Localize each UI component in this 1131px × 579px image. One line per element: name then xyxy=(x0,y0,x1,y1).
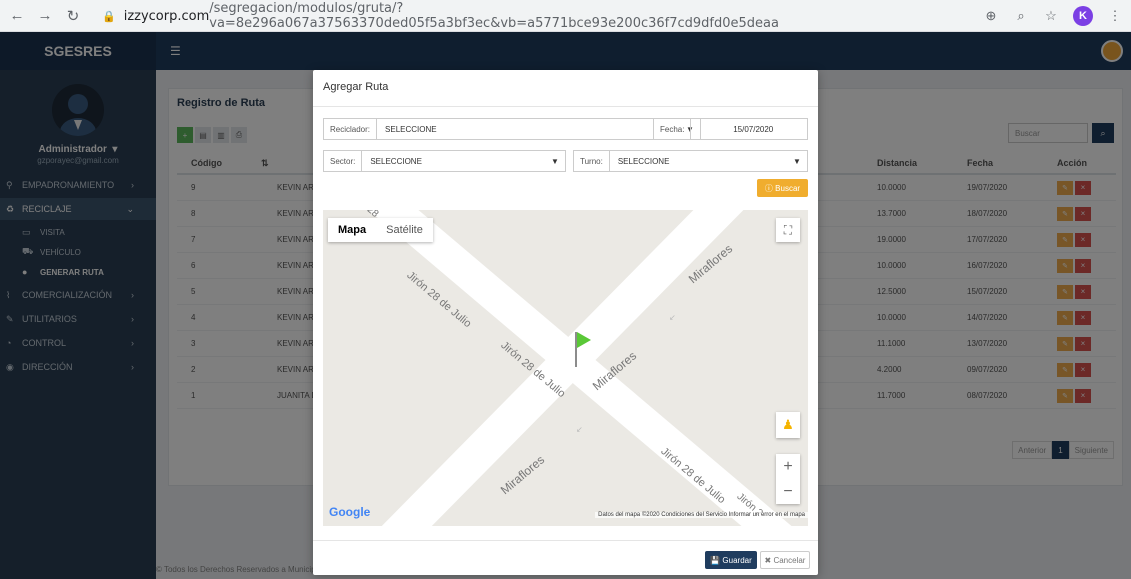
back-icon[interactable]: ← xyxy=(6,5,28,27)
modal-title: Agregar Ruta xyxy=(323,81,389,93)
buscar-button[interactable]: ⓘ Buscar xyxy=(757,179,808,197)
map-canvas: Jirón 28 de Julio Jirón 28 de Julio Jiró… xyxy=(365,210,792,526)
map-type-tabs: Mapa Satélite xyxy=(328,218,433,242)
buscar-label: Buscar xyxy=(775,183,801,193)
google-logo: Google xyxy=(329,505,371,519)
pegman-icon[interactable]: ♟ xyxy=(776,412,800,438)
url-path: /segregacion/modulos/gruta/?va=8e296a067… xyxy=(209,1,779,31)
chevron-down-icon: ▼ xyxy=(551,156,559,166)
forward-icon[interactable]: → xyxy=(34,5,56,27)
browser-toolbar: ← → ↻ 🔒 izzycorp.com/segregacion/modulos… xyxy=(0,0,1131,32)
sector-label: Sector: xyxy=(324,151,363,171)
turno-label: Turno: xyxy=(574,151,610,171)
profile-avatar[interactable]: K xyxy=(1073,6,1093,26)
close-icon: ✖ xyxy=(764,555,774,565)
map-attribution[interactable]: Datos del mapa ©2020 Condiciones del Ser… xyxy=(595,512,808,518)
direction-arrow-icon: ↙ xyxy=(669,313,676,322)
turno-value: SELECCIONE xyxy=(617,156,670,166)
tab-satelite[interactable]: Satélite xyxy=(376,218,433,242)
direction-arrow-icon: ↙ xyxy=(576,425,583,434)
tab-mapa[interactable]: Mapa xyxy=(328,218,376,242)
app: SGESRES ☰ Administrador ▾ gzporayec@gmai… xyxy=(0,32,1131,579)
map-view[interactable]: Jirón 28 de Julio Jirón 28 de Julio Jiró… xyxy=(323,210,808,526)
modal-footer-divider xyxy=(313,540,818,541)
reciclador-value: SELECCIONE xyxy=(385,124,437,134)
zoom-icon[interactable]: ⌕ xyxy=(1013,8,1029,24)
fullscreen-icon[interactable]: ⛶ xyxy=(776,218,800,242)
lock-icon: 🔒 xyxy=(102,9,116,23)
chevron-down-icon: ▼ xyxy=(793,156,801,166)
street-label-miraflores-3: Miraflores xyxy=(498,453,547,498)
fecha-value: 15/07/2020 xyxy=(733,124,774,134)
sector-value: SELECCIONE xyxy=(370,156,422,166)
reload-icon[interactable]: ↻ xyxy=(62,5,84,27)
add-route-modal: Agregar Ruta Reciclador: SELECCIONE ▼ Fe… xyxy=(313,70,818,575)
save-button[interactable]: 💾 Guardar xyxy=(705,551,757,569)
info-icon: ⓘ xyxy=(764,183,776,193)
turno-select[interactable]: Turno: SELECCIONE ▼ xyxy=(573,150,808,172)
reciclador-select[interactable]: Reciclador: SELECCIONE ▼ xyxy=(323,118,701,140)
location-icon[interactable]: ⊕ xyxy=(983,8,999,24)
fecha-field[interactable]: Fecha: 15/07/2020 xyxy=(653,118,808,140)
url-domain: izzycorp.com xyxy=(123,8,210,24)
cancel-button[interactable]: ✖ Cancelar xyxy=(760,551,810,569)
star-icon[interactable]: ☆ xyxy=(1043,8,1059,24)
cancel-label: Cancelar xyxy=(773,555,806,565)
sector-select[interactable]: Sector: SELECCIONE ▼ xyxy=(323,150,566,172)
save-icon: 💾 xyxy=(710,555,723,565)
save-label: Guardar xyxy=(722,555,752,565)
fecha-label: Fecha: xyxy=(654,119,692,139)
address-bar[interactable]: 🔒 izzycorp.com/segregacion/modulos/gruta… xyxy=(102,1,952,31)
kebab-menu-icon[interactable]: ⋮ xyxy=(1107,8,1123,24)
reciclador-label: Reciclador: xyxy=(324,119,378,139)
zoom-control: + − xyxy=(776,454,800,504)
zoom-out-icon[interactable]: − xyxy=(776,479,800,504)
modal-divider xyxy=(313,106,818,107)
zoom-in-icon[interactable]: + xyxy=(776,454,800,479)
